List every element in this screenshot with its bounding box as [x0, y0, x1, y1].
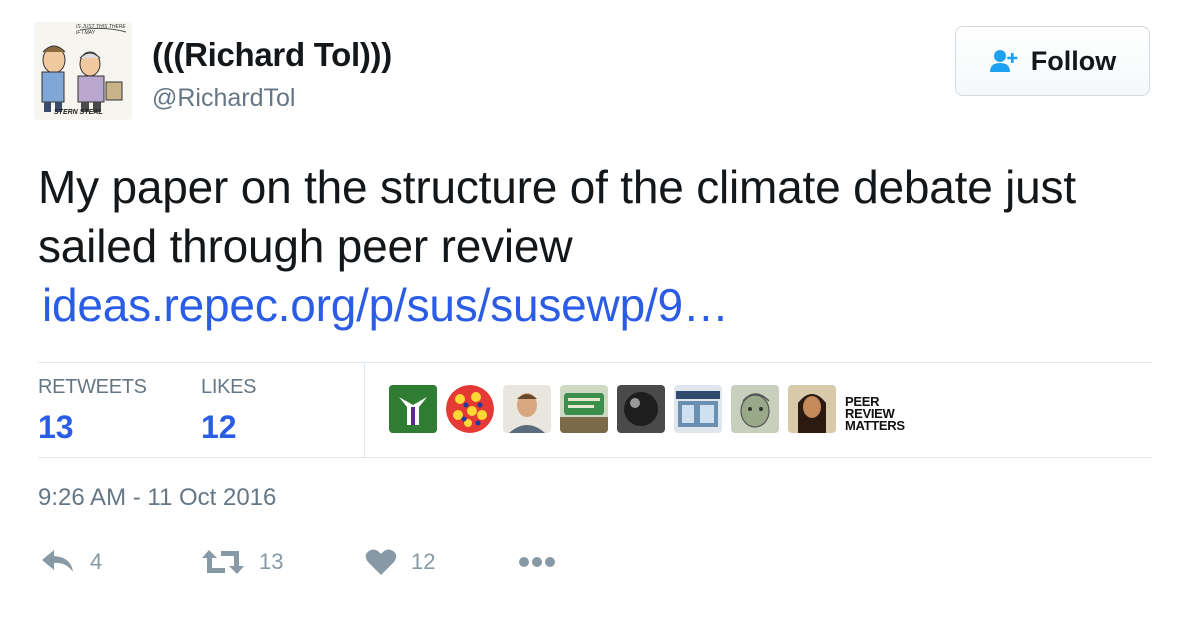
- tweet-text: My paper on the structure of the climate…: [38, 158, 1158, 335]
- liker-avatar-4[interactable]: [560, 385, 608, 433]
- author-handle[interactable]: @RichardTol: [152, 84, 295, 113]
- liker-avatar-3[interactable]: [503, 385, 551, 433]
- reply-icon: [40, 548, 76, 576]
- liker-avatar-2[interactable]: [446, 385, 494, 433]
- author-avatar[interactable]: STERN STEAL IS JUST THIS THERE IF I MAY: [34, 22, 132, 120]
- retweets-count: 13: [38, 409, 74, 445]
- stats-vertical-divider: [364, 363, 365, 457]
- liker-avatar-5[interactable]: [617, 385, 665, 433]
- retweet-count: 13: [259, 549, 284, 574]
- follow-button[interactable]: Follow: [955, 26, 1150, 96]
- tweet-body: My paper on the structure of the climate…: [38, 161, 1076, 272]
- likes-count: 12: [201, 409, 237, 445]
- likes-stat[interactable]: LIKES 12: [201, 376, 257, 446]
- peer-review-matters-logo: PEER REVIEW MATTERS: [845, 394, 905, 433]
- liker-avatar-1[interactable]: [389, 385, 437, 433]
- liker-avatar-6[interactable]: [674, 385, 722, 433]
- more-action[interactable]: [518, 556, 556, 568]
- likers-avatar-list: PEER REVIEW MATTERS: [389, 385, 905, 433]
- follow-button-label: Follow: [1030, 45, 1117, 76]
- likes-label: LIKES: [201, 376, 257, 398]
- reply-action[interactable]: 4: [40, 548, 102, 576]
- more-options-icon: [518, 556, 556, 568]
- add-user-icon: [989, 48, 1019, 74]
- tweet-link[interactable]: ideas.repec.org/p/sus/susewp/9…: [42, 276, 729, 335]
- stats-top-divider: [38, 362, 1152, 363]
- cartoon-avatar-image: [34, 22, 132, 120]
- reply-count: 4: [90, 549, 103, 574]
- retweet-action[interactable]: 13: [201, 548, 283, 576]
- like-action[interactable]: 12: [365, 548, 435, 576]
- retweets-stat[interactable]: RETWEETS 13: [38, 376, 147, 446]
- author-display-name[interactable]: (((Richard Tol))): [152, 36, 392, 74]
- heart-icon: [365, 548, 397, 576]
- avatar-bubble-text: IS JUST THIS THERE IF I MAY: [76, 24, 126, 36]
- avatar-caption: STERN STEAL: [54, 109, 103, 116]
- tweet-timestamp[interactable]: 9:26 AM - 11 Oct 2016: [38, 484, 276, 512]
- retweet-icon: [201, 548, 245, 576]
- liker-avatar-8[interactable]: [788, 385, 836, 433]
- like-count: 12: [411, 549, 436, 574]
- retweets-label: RETWEETS: [38, 376, 147, 398]
- stats-bottom-divider: [38, 457, 1152, 458]
- liker-avatar-9[interactable]: PEER REVIEW MATTERS: [845, 385, 905, 433]
- liker-avatar-7[interactable]: [731, 385, 779, 433]
